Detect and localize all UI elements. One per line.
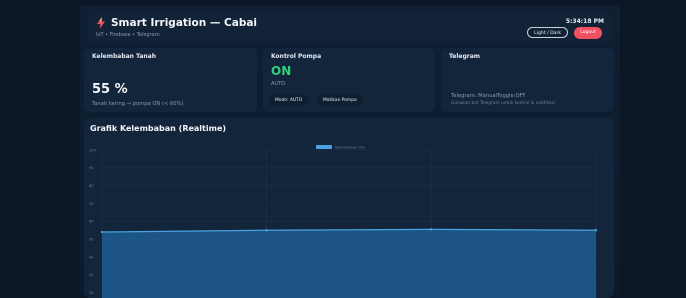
y-tick-label: 60 [89,220,94,224]
moisture-value: 55 % [92,82,128,97]
telegram-card: Telegram Telegram: ManualToggle:OFF Guna… [441,48,614,112]
y-tick-label: 50 [89,237,94,241]
app-frame: Smart Irrigation — Cabai IoT • Firebase … [80,6,620,298]
pump-card: Kontrol Pompa ON AUTO Mode: AUTO Matikan… [263,48,435,112]
y-tick-label: 20 [89,291,94,295]
brand: Smart Irrigation — Cabai [96,17,257,29]
pump-off-button[interactable]: Matikan Pompa [317,95,363,106]
theme-toggle-button[interactable]: Light / Dark [527,27,568,38]
chart-card: Grafik Kelembaban (Realtime) 100 90 80 70 60… [84,118,614,298]
y-tick-label: 100 [89,148,97,152]
pump-card-title: Kontrol Pompa [271,53,322,60]
y-tick-label: 70 [89,202,94,206]
logout-button[interactable]: Logout [574,27,602,39]
mode-button[interactable]: Mode: AUTO [269,95,309,106]
moisture-card: Kelembaban Tanah 55 % Tanah kering → pom… [84,48,257,112]
app-title: Smart Irrigation — Cabai [111,17,258,29]
bolt-icon [97,17,105,29]
data-point [594,229,598,232]
y-tick-label: 30 [89,273,94,277]
legend-label: Kelembaban (%) [335,146,365,150]
pump-mode: AUTO [271,81,286,87]
data-point [100,230,104,234]
y-tick-label: 90 [89,166,94,170]
moisture-chart: 100 90 80 70 60 50 40 30 20 Kelembaban (%) [89,145,598,298]
app-header: Smart Irrigation — Cabai IoT • Firebase … [88,14,612,42]
telegram-status: Telegram: ManualToggle:OFF [451,93,526,99]
legend-swatch [316,145,332,149]
clock: 5:34:18 PM [565,18,604,25]
telegram-card-title: Telegram [449,53,481,60]
y-tick-label: 40 [89,255,94,259]
moisture-card-title: Kelembaban Tanah [92,53,156,60]
telegram-hint: Gunakan bot Telegram untuk kontrol & not… [451,101,556,106]
data-point [265,229,268,232]
pump-state: ON [271,64,292,78]
y-tick-label: 80 [89,184,94,188]
moisture-status: Tanah kering → pompa ON (< 60%) [92,101,184,107]
app-subtitle: IoT • Firebase • Telegram [96,32,160,38]
series-area [102,229,596,298]
data-point [430,228,433,231]
